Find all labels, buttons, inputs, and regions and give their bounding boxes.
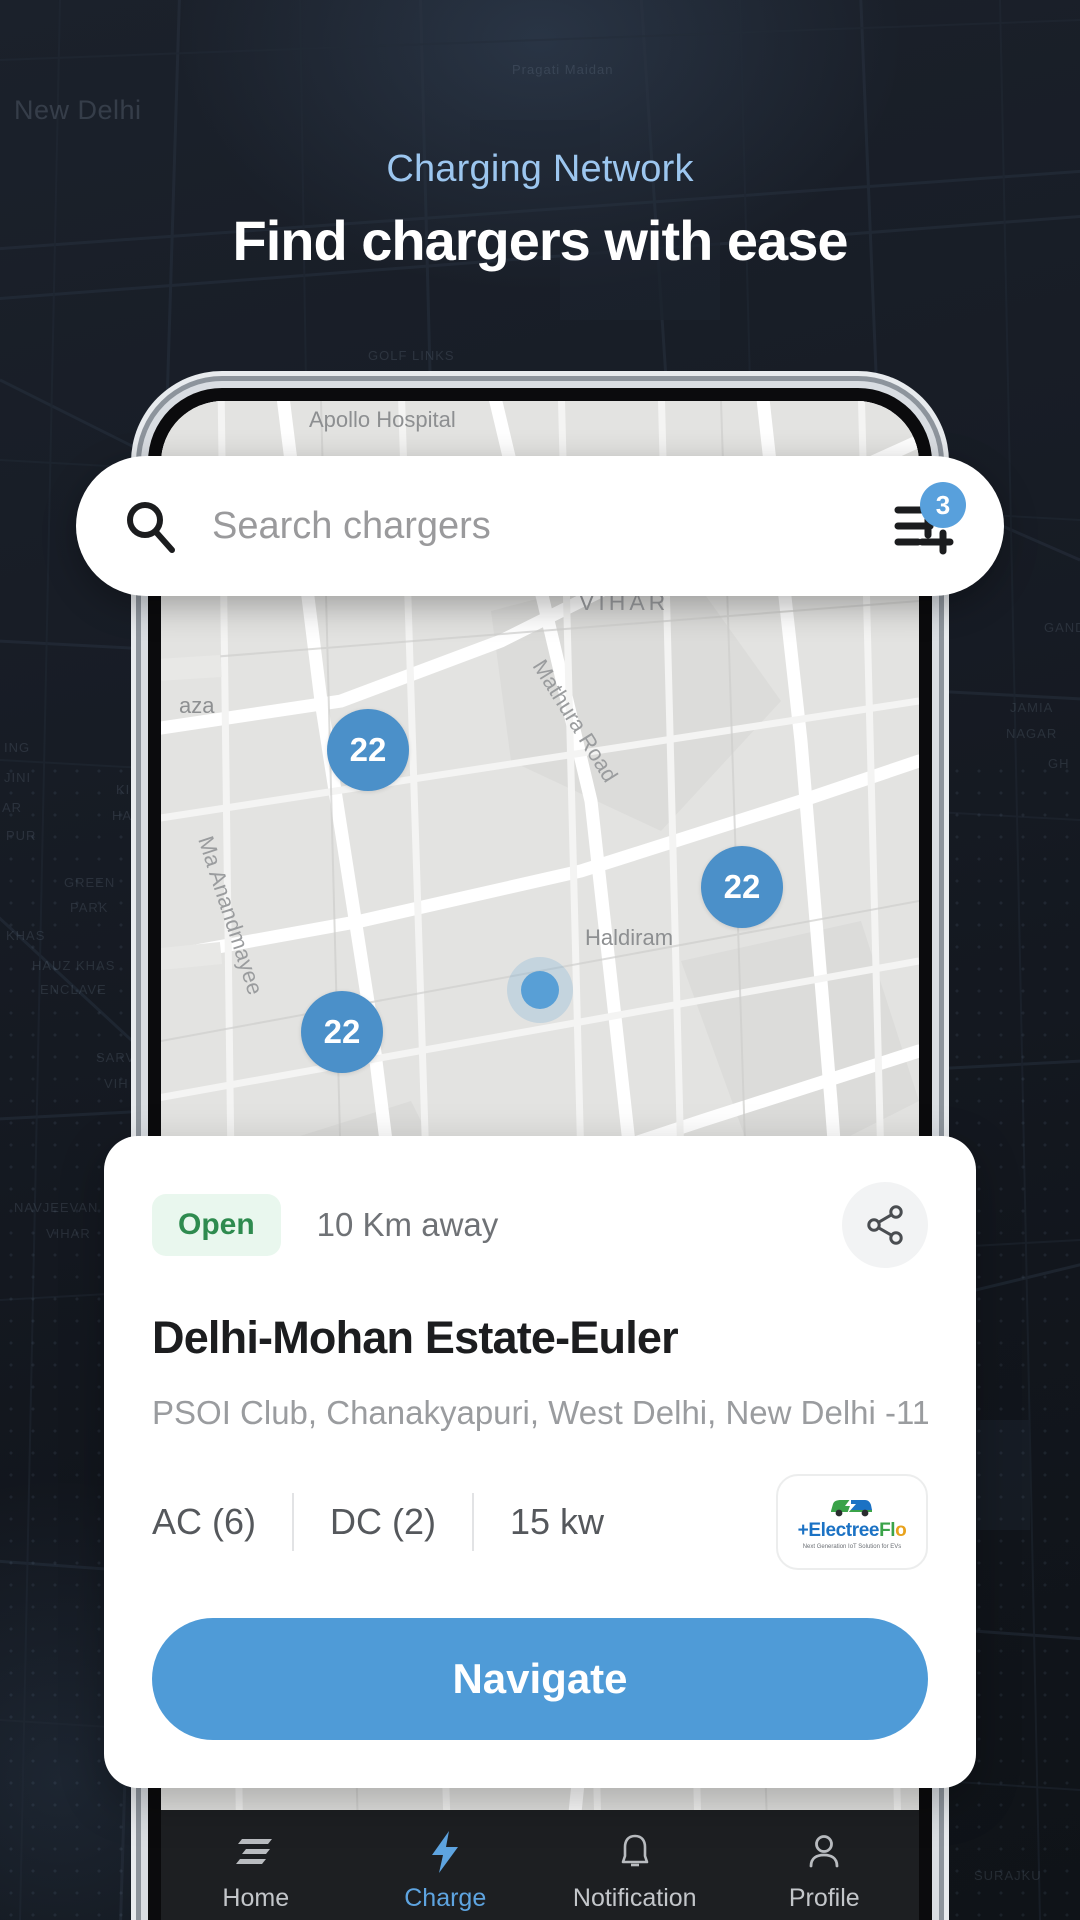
background-map-label: New Delhi [14, 95, 142, 125]
map-label: Haldiram [585, 925, 674, 950]
background-map-label: KIN [116, 782, 141, 797]
background-map-label: NAVJEEVAN [14, 1200, 99, 1215]
app-promo-screen: New Delhi Pragati Maidan GOLF LINKS JINI AR K… [0, 0, 1080, 1920]
background-map-label: PARK [70, 900, 109, 915]
bell-icon [617, 1832, 653, 1872]
navigate-button[interactable]: Navigate [152, 1618, 928, 1740]
filter-badge: 3 [920, 482, 966, 528]
station-name: Delhi-Mohan Estate-Euler [152, 1312, 679, 1363]
operator-name: +ElectreeFlo [797, 1520, 907, 1541]
map-cluster-marker[interactable]: 22 [327, 709, 409, 791]
spec-power: 15 kw [510, 1501, 605, 1542]
background-map-label: JAMIA [1010, 700, 1054, 715]
eyebrow-text: Charging Network [386, 148, 694, 190]
background-map-label: VIH [104, 1076, 129, 1091]
background-map-label: GH [1048, 756, 1070, 771]
nav-label: Profile [788, 1884, 860, 1912]
share-icon [867, 1205, 903, 1245]
search-icon [122, 498, 178, 554]
spec-dc: DC (2) [330, 1501, 437, 1542]
map-cluster-marker[interactable]: 22 [701, 846, 783, 928]
user-location-dot [521, 971, 559, 1009]
background-map-label: ENCLAVE [40, 982, 107, 997]
nav-item-charge[interactable]: Charge [351, 1831, 541, 1913]
share-button[interactable] [842, 1182, 928, 1268]
status-badge: Open [152, 1194, 281, 1256]
nav-item-home[interactable]: Home [161, 1832, 351, 1913]
background-map-label: HAUZ KHAS [32, 958, 116, 973]
electric-car-icon [831, 1498, 872, 1517]
nav-item-profile[interactable]: Profile [730, 1832, 920, 1913]
bolt-icon [430, 1831, 460, 1873]
station-specs-row: AC (6) DC (2) 15 kw +ElectreeFlo Next Ge… [152, 1474, 928, 1570]
station-detail-card: Open 10 Km away Delhi-Mohan Estate-Euler… [104, 1136, 976, 1788]
card-header-row: Open 10 Km away [152, 1182, 928, 1268]
background-map-label: GREEN [64, 875, 116, 890]
nav-item-notification[interactable]: Notification [540, 1832, 730, 1913]
search-input[interactable] [212, 504, 888, 548]
background-map-label: VIHAR [46, 1226, 91, 1241]
station-address: PSOI Club, Chanakyapuri, West Delhi, New… [152, 1394, 928, 1431]
background-map-label: GANDHI [1044, 620, 1080, 635]
background-map-label: GOLF LINKS [368, 348, 455, 363]
map-label: Apollo Hospital [309, 407, 456, 432]
filter-button[interactable]: 3 [888, 482, 966, 562]
background-map-label: Pragati Maidan [512, 62, 614, 77]
background-map-label: KHAS [6, 928, 46, 943]
background-map-label: NAGAR [1006, 726, 1058, 741]
bottom-navigation-bar: Home Charge Notification Profile [161, 1810, 919, 1920]
home-lines-icon [235, 1832, 276, 1872]
background-map-label: SURAJKU [974, 1868, 1042, 1883]
map-label: aza [179, 693, 215, 718]
background-map-label: HAU [112, 808, 143, 823]
distance-text: 10 Km away [316, 1206, 499, 1243]
background-map-label: ING [4, 740, 31, 755]
spec-ac: AC (6) [152, 1501, 257, 1542]
background-map-label: AR [2, 800, 23, 815]
operator-logo: +ElectreeFlo Next Generation IoT Solutio… [776, 1474, 928, 1570]
person-icon [806, 1832, 842, 1872]
background-map-label: JINI [4, 770, 32, 785]
search-bar[interactable]: 3 [76, 456, 1004, 596]
map-cluster-marker[interactable]: 22 [301, 991, 383, 1073]
nav-label: Home [222, 1884, 290, 1912]
page-title: Find chargers with ease [232, 209, 849, 272]
background-map-label: SARVA [96, 1050, 144, 1065]
background-map-label: PUR [6, 828, 37, 843]
nav-label: Charge [404, 1884, 487, 1912]
operator-tagline: Next Generation IoT Solution for EVs [802, 1544, 902, 1550]
nav-label: Notification [572, 1884, 697, 1912]
